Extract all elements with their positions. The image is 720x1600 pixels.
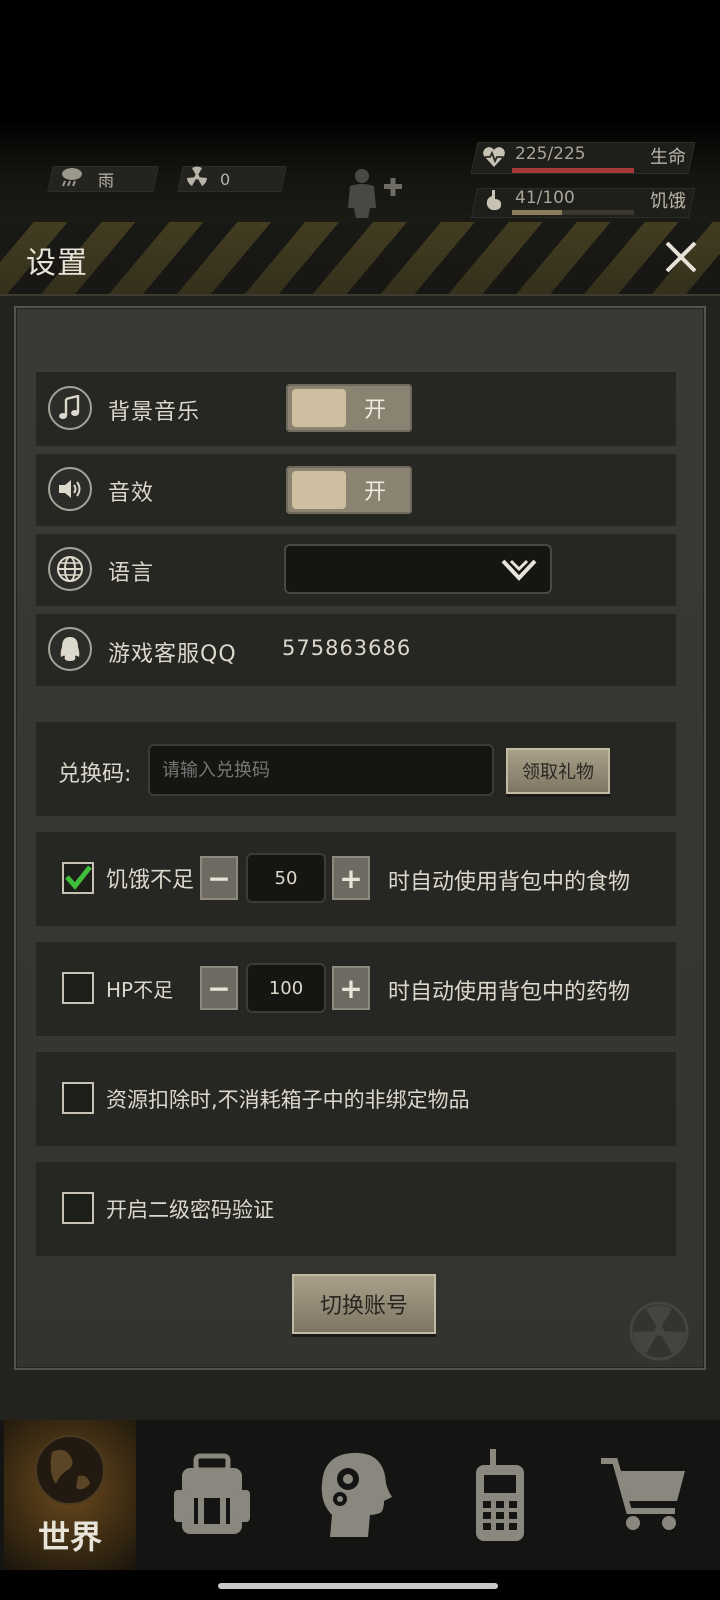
nav-world[interactable]: 世界 (4, 1420, 136, 1570)
nav-radio[interactable] (428, 1420, 572, 1570)
bgm-row: 背景音乐 开 (36, 372, 676, 446)
redeem-code-input[interactable] (148, 744, 494, 796)
switch-account-button[interactable]: 切换账号 (292, 1274, 436, 1334)
backpack-icon (174, 1453, 250, 1534)
panel-header (0, 222, 720, 296)
auto-medicine-suffix: 时自动使用背包中的药物 (388, 980, 631, 1005)
support-row: 游戏客服QQ 575863686 (36, 614, 676, 686)
second-password-checkbox[interactable] (62, 1192, 94, 1224)
language-label: 语言 (108, 561, 155, 586)
food-threshold-value[interactable]: 50 (246, 853, 326, 903)
medicine-threshold-value[interactable]: 100 (246, 963, 326, 1013)
heart-icon (482, 146, 506, 172)
globe-icon (48, 547, 92, 591)
redeem-label: 兑换码: (58, 762, 132, 787)
auto-medicine-label: HP不足 (106, 978, 174, 1002)
radiation-icon (186, 166, 208, 192)
no-consume-checkbox[interactable] (62, 1082, 94, 1114)
panel-title: 设置 (26, 246, 88, 281)
auto-food-suffix: 时自动使用背包中的食物 (388, 870, 631, 895)
claim-gift-button[interactable]: 领取礼物 (506, 748, 610, 794)
radiation-watermark-icon (629, 1301, 689, 1361)
bgm-toggle[interactable]: 开 (286, 384, 412, 432)
stomach-icon (484, 188, 504, 216)
top-hud: 雨 0 225/225 生命 41/100 饥饿 (0, 0, 720, 222)
close-icon (665, 241, 697, 273)
plus-icon: + (339, 971, 363, 1005)
auto-food-row: 饥饿不足 − 50 + 时自动使用背包中的食物 (36, 832, 676, 926)
settings-panel: 设置 背景音乐 开 音效 开 语言 游戏客服QQ 575863686 兑换码: … (0, 222, 720, 1420)
rain-cloud-icon (60, 166, 84, 192)
hunger-bar-fill (512, 210, 563, 215)
skills-head-icon (321, 1452, 392, 1537)
checkmark-icon (65, 865, 92, 890)
auto-medicine-checkbox[interactable] (62, 972, 94, 1004)
auto-food-checkbox[interactable] (62, 862, 94, 894)
medicine-minus-button[interactable]: − (200, 966, 238, 1010)
switch-account-label: 切换账号 (319, 1294, 408, 1319)
health-value: 225/225 (515, 144, 586, 164)
sfx-row: 音效 开 (36, 454, 676, 526)
auto-medicine-row: HP不足 − 100 + 时自动使用背包中的药物 (36, 942, 676, 1036)
character-plus-icon[interactable] (340, 168, 410, 222)
plus-icon: + (339, 861, 363, 895)
second-password-label: 开启二级密码验证 (106, 1198, 274, 1222)
no-consume-label: 资源扣除时,不消耗箱子中的非绑定物品 (106, 1088, 470, 1112)
bgm-toggle-text: 开 (364, 398, 387, 423)
language-dropdown[interactable] (284, 544, 552, 594)
close-button[interactable] (656, 232, 706, 282)
food-plus-button[interactable]: + (332, 856, 370, 900)
nav-world-label: 世界 (37, 1518, 102, 1556)
settings-content: 背景音乐 开 音效 开 语言 游戏客服QQ 575863686 兑换码: 请输入… (14, 306, 706, 1370)
language-row: 语言 (36, 534, 676, 606)
auto-food-label: 饥饿不足 (106, 868, 195, 893)
chevron-down-icon (501, 559, 537, 581)
speaker-icon (48, 467, 92, 511)
health-label: 生命 (650, 147, 686, 168)
sfx-toggle-text: 开 (364, 480, 387, 505)
redeem-row: 兑换码: 领取礼物 (36, 722, 676, 816)
bottom-nav: 世界 (0, 1420, 720, 1570)
home-indicator[interactable] (218, 1583, 498, 1589)
radio-icon (476, 1449, 524, 1541)
food-minus-button[interactable]: − (200, 856, 238, 900)
minus-icon: − (207, 861, 231, 895)
medicine-plus-button[interactable]: + (332, 966, 370, 1010)
nav-skills[interactable] (284, 1420, 428, 1570)
music-note-icon (48, 386, 92, 430)
radiation-value: 0 (220, 169, 231, 189)
qq-penguin-icon (48, 627, 92, 671)
no-consume-row: 资源扣除时,不消耗箱子中的非绑定物品 (36, 1052, 676, 1146)
support-qq-number: 575863686 (282, 636, 412, 660)
claim-gift-label: 领取礼物 (522, 762, 594, 783)
shop-cart-icon (601, 1458, 685, 1530)
bgm-label: 背景音乐 (108, 400, 201, 425)
support-label: 游戏客服QQ (108, 642, 237, 667)
health-bar-fill (512, 168, 634, 173)
sfx-toggle[interactable]: 开 (286, 466, 412, 514)
second-password-row: 开启二级密码验证 (36, 1162, 676, 1256)
hunger-value: 41/100 (515, 188, 575, 208)
minus-icon: − (207, 971, 231, 1005)
world-globe-icon (35, 1435, 105, 1505)
nav-shop[interactable] (572, 1420, 716, 1570)
nav-backpack[interactable] (140, 1420, 284, 1570)
weather-label: 雨 (98, 171, 115, 190)
sfx-label: 音效 (108, 481, 155, 506)
hunger-label: 饥饿 (650, 191, 686, 212)
